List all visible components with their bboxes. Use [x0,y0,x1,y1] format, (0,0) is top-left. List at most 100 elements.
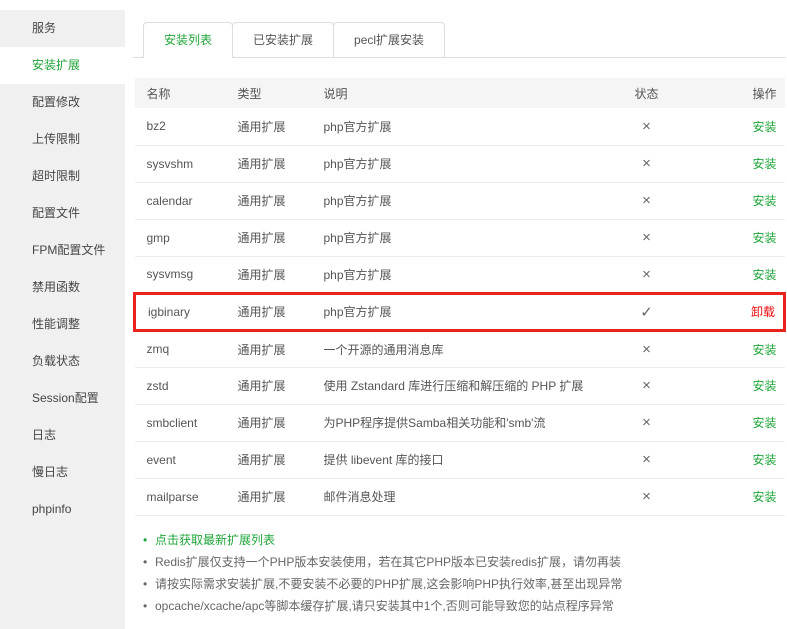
php-settings-sidebar: 服务 安装扩展 配置修改 上传限制 超时限制 配置文件 FPM配置文件 禁用函数… [0,10,125,629]
table-row: zstd 通用扩展 使用 Zstandard 库进行压缩和解压缩的 PHP 扩展… [134,367,785,405]
not-installed-cross-icon: × [596,219,697,257]
extension-type: 通用扩展 [225,478,312,516]
note-text: opcache/xcache/apc等脚本缓存扩展,请只安装其中1个,否则可能导… [155,598,614,613]
table-row: event 通用扩展 提供 libevent 库的接口 × 安装 [134,441,785,479]
notes-list: 点击获取最新扩展列表 Redis扩展仅支持一个PHP版本安装使用，若在其它PHP… [133,529,786,617]
extension-type: 通用扩展 [225,108,312,146]
extension-description: 邮件消息处理 [311,478,597,516]
extension-description: php官方扩展 [311,219,597,257]
sidebar-item-label: 超时限制 [32,169,81,183]
install-link[interactable]: 安装 [752,194,776,208]
refresh-extension-list-link[interactable]: 点击获取最新扩展列表 [133,529,786,551]
not-installed-cross-icon: × [596,441,697,479]
extension-name: smbclient [134,404,226,442]
sidebar-item-label: 慢日志 [32,465,69,479]
table-header: 名称 类型 说明 状态 操作 [134,78,785,108]
sidebar-item[interactable]: 慢日志 [0,454,125,491]
note-item: opcache/xcache/apc等脚本缓存扩展,请只安装其中1个,否则可能导… [133,595,786,617]
extension-description: php官方扩展 [311,108,597,146]
column-header: 说明 [311,78,597,108]
not-installed-cross-icon: × [596,367,697,405]
install-link[interactable]: 安装 [752,416,776,430]
extension-type: 通用扩展 [225,367,312,405]
sidebar-item[interactable]: 日志 [0,417,125,454]
extension-type: 通用扩展 [225,219,312,257]
install-link[interactable]: 安装 [752,231,776,245]
install-link[interactable]: 安装 [752,268,776,282]
sidebar-item[interactable]: 超时限制 [0,158,125,195]
tab[interactable]: pecl扩展安装 [333,22,446,58]
sidebar-item-label: 安装扩展 [32,58,81,72]
tab-bar: 安装列表 已安装扩展 pecl扩展安装 [133,22,786,58]
sidebar-item[interactable]: phpinfo [0,491,125,528]
install-link[interactable]: 安装 [752,343,776,357]
table-row: sysvmsg 通用扩展 php官方扩展 × 安装 [134,256,785,294]
not-installed-cross-icon: × [596,330,697,368]
tab[interactable]: 安装列表 [143,22,234,58]
extension-type: 通用扩展 [225,256,312,294]
extension-name: mailparse [134,478,226,516]
table-row: sysvshm 通用扩展 php官方扩展 × 安装 [134,145,785,183]
column-header: 名称 [134,78,226,108]
extension-type: 通用扩展 [225,145,312,183]
uninstall-link[interactable]: 卸载 [751,305,775,319]
extension-description: php官方扩展 [311,182,597,220]
note-item: Redis扩展仅支持一个PHP版本安装使用，若在其它PHP版本已安装redis扩… [133,551,786,573]
extension-name: igbinary [133,291,226,332]
extension-name: sysvshm [134,145,226,183]
extension-description: 提供 libevent 库的接口 [311,441,597,479]
column-header: 类型 [225,78,312,108]
extension-type: 通用扩展 [225,182,312,220]
extension-type: 通用扩展 [225,291,312,332]
extension-name: event [134,441,226,479]
column-header: 状态 [596,78,697,108]
sidebar-item[interactable]: 上传限制 [0,121,125,158]
sidebar-item[interactable]: 负载状态 [0,343,125,380]
sidebar-item[interactable]: 安装扩展 [0,47,125,84]
sidebar-item[interactable]: 禁用函数 [0,269,125,306]
extension-type: 通用扩展 [225,404,312,442]
tab[interactable]: 已安装扩展 [232,22,335,58]
sidebar-item-label: 服务 [32,21,57,35]
table-row: bz2 通用扩展 php官方扩展 × 安装 [134,108,785,146]
sidebar-item-label: 负载状态 [32,354,81,368]
tab-label: pecl扩展安装 [354,33,425,47]
table-row: igbinary 通用扩展 php官方扩展 ✓ 卸载 [133,291,786,332]
install-link[interactable]: 安装 [752,490,776,504]
extension-name: zstd [134,367,226,405]
not-installed-cross-icon: × [596,256,697,294]
install-link[interactable]: 安装 [752,453,776,467]
install-link[interactable]: 安装 [752,120,776,134]
sidebar-item[interactable]: 配置修改 [0,84,125,121]
note-text: Redis扩展仅支持一个PHP版本安装使用，若在其它PHP版本已安装redis扩… [155,554,622,569]
sidebar-item[interactable]: Session配置 [0,380,125,417]
table-row: zmq 通用扩展 一个开源的通用消息库 × 安装 [134,330,785,368]
note-text: 点击获取最新扩展列表 [155,532,276,547]
table-row: calendar 通用扩展 php官方扩展 × 安装 [134,182,785,220]
not-installed-cross-icon: × [596,478,697,516]
sidebar-item[interactable]: FPM配置文件 [0,232,125,269]
installed-check-icon: ✓ [596,291,697,332]
table-header-row: 名称 类型 说明 状态 操作 [134,78,785,108]
sidebar-item[interactable]: 性能调整 [0,306,125,343]
not-installed-cross-icon: × [596,145,697,183]
note-item: 请按实际需求安装扩展,不要安装不必要的PHP扩展,这会影响PHP执行效率,甚至出… [133,573,786,595]
extension-description: php官方扩展 [311,291,597,332]
not-installed-cross-icon: × [596,108,697,146]
sidebar-item-label: 配置文件 [32,206,81,220]
table-row: mailparse 通用扩展 邮件消息处理 × 安装 [134,478,785,516]
install-link[interactable]: 安装 [752,379,776,393]
extension-name: gmp [134,219,226,257]
extension-type: 通用扩展 [225,441,312,479]
content-area: 安装列表 已安装扩展 pecl扩展安装 名称 类型 说明 状态 操作 bz2 通… [133,22,786,617]
sidebar-item-label: FPM配置文件 [32,243,106,257]
sidebar-item[interactable]: 配置文件 [0,195,125,232]
table-row: gmp 通用扩展 php官方扩展 × 安装 [134,219,785,257]
not-installed-cross-icon: × [596,404,697,442]
sidebar-item[interactable]: 服务 [0,10,125,47]
extension-name: calendar [134,182,226,220]
install-link[interactable]: 安装 [752,157,776,171]
extension-description: php官方扩展 [311,145,597,183]
tab-label: 安装列表 [164,33,213,47]
sidebar-item-label: 配置修改 [32,95,81,109]
